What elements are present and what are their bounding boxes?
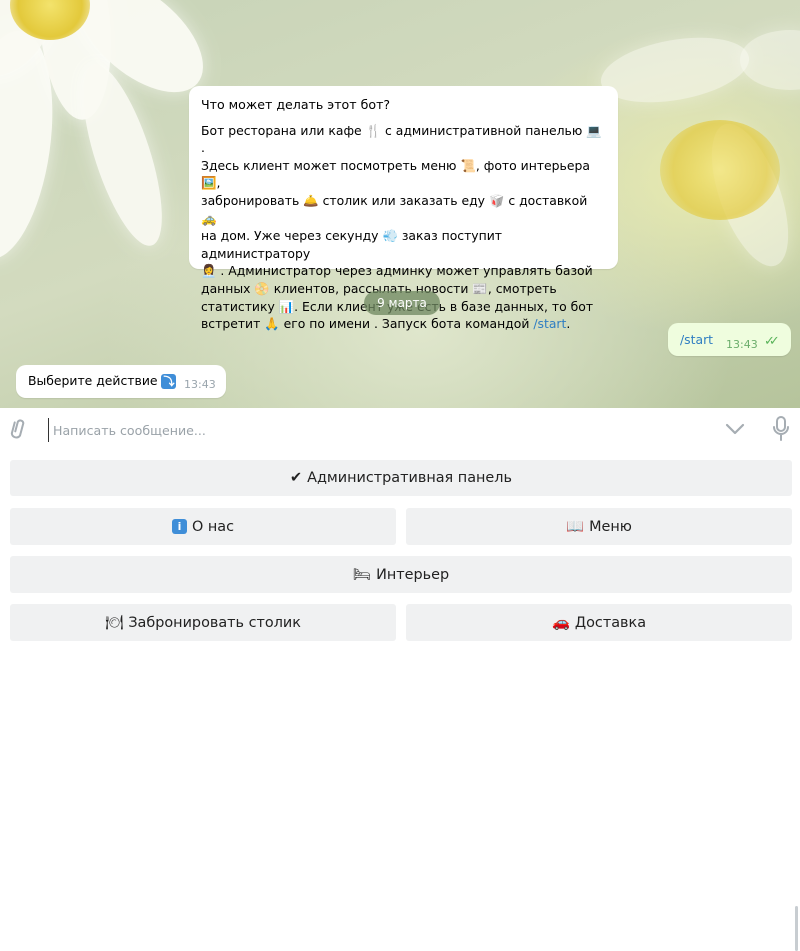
paperclip-icon[interactable]: [5, 415, 36, 448]
book-icon: 📖: [566, 519, 585, 535]
dash-icon: 💨: [382, 228, 398, 244]
start-command-link[interactable]: /start: [533, 316, 566, 331]
outgoing-message-text[interactable]: /start: [680, 332, 713, 347]
incoming-message: Выберите действие ⤵ 13:43: [16, 365, 226, 398]
pray-icon: 🙏: [264, 316, 280, 332]
laptop-icon: 💻: [586, 122, 602, 138]
person-icon: 👩‍💼: [201, 263, 217, 279]
chart-icon: 📊: [278, 298, 295, 314]
down-arrow-icon: ⤵: [161, 374, 177, 389]
bot-description-title: Что может делать этот бот?: [201, 97, 391, 112]
plate-icon: 🍽: [105, 615, 124, 631]
fork-knife-icon: 🍴: [365, 122, 382, 138]
newspaper-icon: 📰: [472, 280, 488, 296]
book-table-button[interactable]: 🍽 Забронировать столик: [10, 604, 396, 641]
microphone-icon[interactable]: [772, 416, 790, 442]
message-time: 13:43: [184, 378, 216, 391]
outgoing-message: /start 13:43 ✓✓: [668, 323, 791, 356]
check-mark-icon: ✔: [290, 470, 303, 486]
dvd-icon: 📀: [254, 280, 270, 296]
taxi-icon: 🚕: [201, 210, 217, 226]
message-composer: [0, 408, 800, 451]
menu-button[interactable]: 📖 Меню: [406, 508, 792, 545]
message-input[interactable]: [48, 418, 695, 442]
keyboard-scrollbar[interactable]: [795, 906, 798, 951]
chevron-down-icon[interactable]: [724, 419, 746, 439]
double-check-icon: ✓✓: [764, 334, 780, 349]
date-separator: 9 марта: [364, 291, 440, 315]
takeout-box-icon: 🥡: [488, 192, 505, 208]
bed-icon: 🛏: [352, 567, 372, 583]
picture-icon: 🖼️: [201, 175, 217, 191]
chat-background: Что может делать этот бот? Бот ресторана…: [0, 0, 800, 408]
car-icon: 🚗: [551, 615, 570, 631]
interior-button[interactable]: 🛏 Интерьер: [10, 556, 792, 593]
about-button[interactable]: iО нас: [10, 508, 396, 545]
admin-panel-button[interactable]: ✔ Административная панель: [10, 460, 792, 496]
info-icon: i: [171, 519, 187, 534]
bot-description-bubble: Что может делать этот бот? Бот ресторана…: [189, 86, 618, 331]
incoming-message-text: Выберите действие ⤵: [28, 373, 177, 389]
scroll-icon: 📜: [460, 157, 476, 173]
delivery-button[interactable]: 🚗 Доставка: [406, 604, 792, 641]
message-time: 13:43: [726, 338, 758, 351]
reply-keyboard: ✔ Административная панель iО нас 📖 Меню 🛏 И…: [0, 451, 800, 951]
bell-icon: 🛎️: [303, 192, 319, 208]
